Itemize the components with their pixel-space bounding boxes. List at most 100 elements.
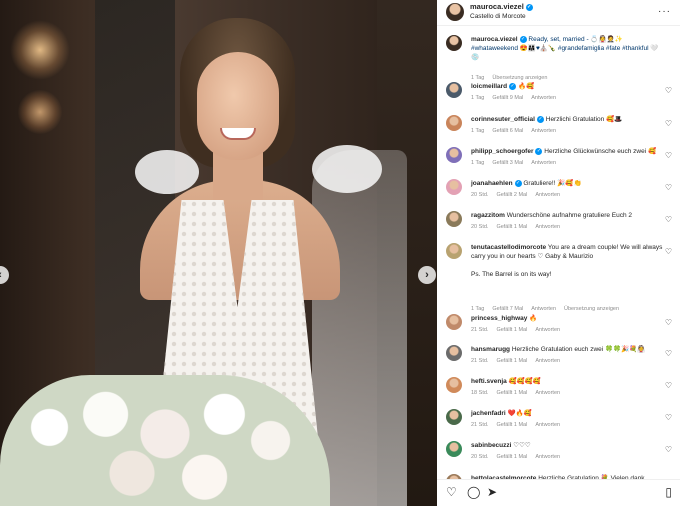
share-icon[interactable]: ➤ — [487, 486, 497, 498]
chevron-left-icon: ‹ — [0, 269, 2, 281]
comment-likes[interactable]: Gefällt 1 Mal — [496, 224, 527, 230]
post-location[interactable]: Castello di Morcote — [470, 13, 526, 20]
reply-link[interactable]: Antworten — [535, 192, 560, 198]
heart-icon[interactable]: ♡ — [665, 183, 672, 192]
avatar[interactable] — [446, 82, 462, 98]
comment-text: corinnesuter_official ✓ Herzlichi Gratula… — [471, 115, 665, 124]
caption-text: mauroca.viezel ✓ Ready, set, married - 💍👰… — [471, 35, 665, 62]
comment-username[interactable]: hefti.svenja — [471, 378, 507, 385]
reply-link[interactable]: Antworten — [531, 95, 556, 101]
bookmark-icon[interactable]: ▯ — [665, 486, 672, 498]
heart-icon[interactable]: ♡ — [665, 381, 672, 390]
comment-body: ❤️🔥🥰 — [507, 410, 532, 417]
avatar[interactable] — [446, 3, 464, 21]
comment-text: jachenfadri ❤️🔥🥰 — [471, 409, 665, 418]
avatar[interactable] — [446, 115, 462, 131]
comment-likes[interactable]: Gefällt 1 Mal — [496, 358, 527, 364]
heart-icon[interactable]: ♡ — [446, 486, 457, 498]
comment-body: 🥰🥰🥰🥰 — [508, 378, 541, 385]
comment-body: 🔥🥰 — [517, 83, 535, 90]
comment-likes[interactable]: Gefällt 9 Mal — [492, 95, 523, 101]
avatar[interactable] — [446, 441, 462, 457]
reply-link[interactable]: Antworten — [531, 128, 556, 134]
comments-list[interactable]: mauroca.viezel ✓ Ready, set, married - 💍👰… — [437, 27, 680, 479]
comment-likes[interactable]: Gefällt 1 Mal — [496, 454, 527, 460]
comment-username[interactable]: tenutacastellodimorcote — [471, 244, 546, 251]
comment-text: hansmarugg Herzliche Gratulation euch zw… — [471, 345, 665, 354]
avatar[interactable] — [446, 179, 462, 195]
comment-username[interactable]: corinnesuter_official — [471, 116, 535, 123]
reply-link[interactable]: Antworten — [531, 306, 556, 312]
comment-time: 1 Tag — [471, 160, 485, 166]
translate-link[interactable]: Übersetzung anzeigen — [564, 306, 619, 312]
more-icon[interactable]: ··· — [658, 6, 671, 17]
translate-link[interactable]: Übersetzung anzeigen — [492, 75, 547, 81]
comment-text: philipp_schoergofer ✓ Herzliche Glückwüns… — [471, 147, 665, 156]
reply-link[interactable]: Antworten — [535, 358, 560, 364]
carousel-next-button[interactable]: › — [418, 266, 436, 284]
heart-icon[interactable]: ♡ — [665, 413, 672, 422]
post-username[interactable]: mauroca.viezel ✓ — [470, 2, 533, 11]
comment-likes[interactable]: Gefällt 7 Mal — [492, 306, 523, 312]
reply-link[interactable]: Antworten — [535, 327, 560, 333]
comment-username[interactable]: sabinbecuzzi — [471, 442, 511, 449]
carousel-prev-button[interactable]: ‹ — [0, 266, 9, 284]
comment-username[interactable]: jachenfadri — [471, 410, 506, 417]
comment-time: 1 Tag — [471, 95, 485, 101]
verified-badge-icon: ✓ — [514, 179, 522, 187]
comment-likes[interactable]: Gefällt 1 Mal — [496, 327, 527, 333]
heart-icon[interactable]: ♡ — [665, 318, 672, 327]
comment-likes[interactable]: Gefällt 6 Mal — [492, 128, 523, 134]
verified-badge-icon: ✓ — [509, 82, 517, 90]
comment-username[interactable]: joanahaehlen — [471, 180, 513, 187]
heart-icon[interactable]: ♡ — [665, 151, 672, 160]
comment-likes[interactable]: Gefällt 2 Mal — [496, 192, 527, 198]
heart-icon[interactable]: ♡ — [665, 349, 672, 358]
heart-icon[interactable]: ♡ — [665, 119, 672, 128]
comment-meta: 21 Std. Gefällt 1 Mal Antworten — [471, 358, 568, 364]
comment-username[interactable]: loicmeillard — [471, 83, 507, 90]
reply-link[interactable]: Antworten — [535, 224, 560, 230]
comment-likes[interactable]: Gefällt 3 Mal — [492, 160, 523, 166]
avatar[interactable] — [446, 211, 462, 227]
username-text[interactable]: mauroca.viezel — [470, 2, 524, 11]
heart-icon[interactable]: ♡ — [665, 86, 672, 95]
reply-link[interactable]: Antworten — [535, 454, 560, 460]
comment-meta: 18 Std. Gefällt 1 Mal Antworten — [471, 390, 568, 396]
comment-username[interactable]: philipp_schoergofer — [471, 148, 533, 155]
comment-body: Herzlichi Gratulation 🥰🎩 — [545, 116, 623, 123]
comment-meta: 21 Std. Gefällt 1 Mal Antworten — [471, 327, 568, 333]
comment-text: ragazzitom Wunderschöne aufnahme gratuli… — [471, 211, 665, 220]
comment-username[interactable]: hansmarugg — [471, 346, 510, 353]
chevron-right-icon: › — [425, 269, 429, 281]
avatar[interactable] — [446, 345, 462, 361]
comment-body: 🔥 — [529, 315, 538, 322]
avatar[interactable] — [446, 314, 462, 330]
reply-link[interactable]: Antworten — [535, 422, 560, 428]
comment-icon[interactable]: ◯ — [467, 486, 480, 498]
comment-time: 18 Std. — [471, 390, 489, 396]
heart-icon[interactable]: ♡ — [665, 247, 672, 256]
avatar[interactable] — [446, 243, 462, 259]
avatar[interactable] — [446, 409, 462, 425]
comment-time: 21 Std. — [471, 358, 489, 364]
comment-body: ♡♡♡ — [513, 442, 531, 449]
comment-username[interactable]: princess_highway — [471, 315, 527, 322]
reply-link[interactable]: Antworten — [531, 160, 556, 166]
caption-username[interactable]: mauroca.viezel — [471, 36, 518, 43]
heart-icon[interactable]: ♡ — [665, 215, 672, 224]
caption-time: 1 Tag — [471, 75, 485, 81]
comment-meta: 1 Tag Gefällt 7 Mal Antworten Übersetzung a… — [471, 306, 627, 312]
reply-link[interactable]: Antworten — [535, 390, 560, 396]
verified-badge-icon: ✓ — [536, 115, 544, 123]
comment-body: Gratuliere!! 🎉🥰👏 — [523, 180, 582, 187]
heart-icon[interactable]: ♡ — [665, 445, 672, 454]
avatar[interactable] — [446, 35, 462, 51]
avatar[interactable] — [446, 377, 462, 393]
comment-meta: 1 Tag Gefällt 9 Mal Antworten — [471, 95, 564, 101]
avatar[interactable] — [446, 147, 462, 163]
comment-likes[interactable]: Gefällt 1 Mal — [496, 422, 527, 428]
comment-likes[interactable]: Gefällt 1 Mal — [496, 390, 527, 396]
comment-username[interactable]: ragazzitom — [471, 212, 505, 219]
post-photo[interactable]: ‹ › — [0, 0, 437, 506]
